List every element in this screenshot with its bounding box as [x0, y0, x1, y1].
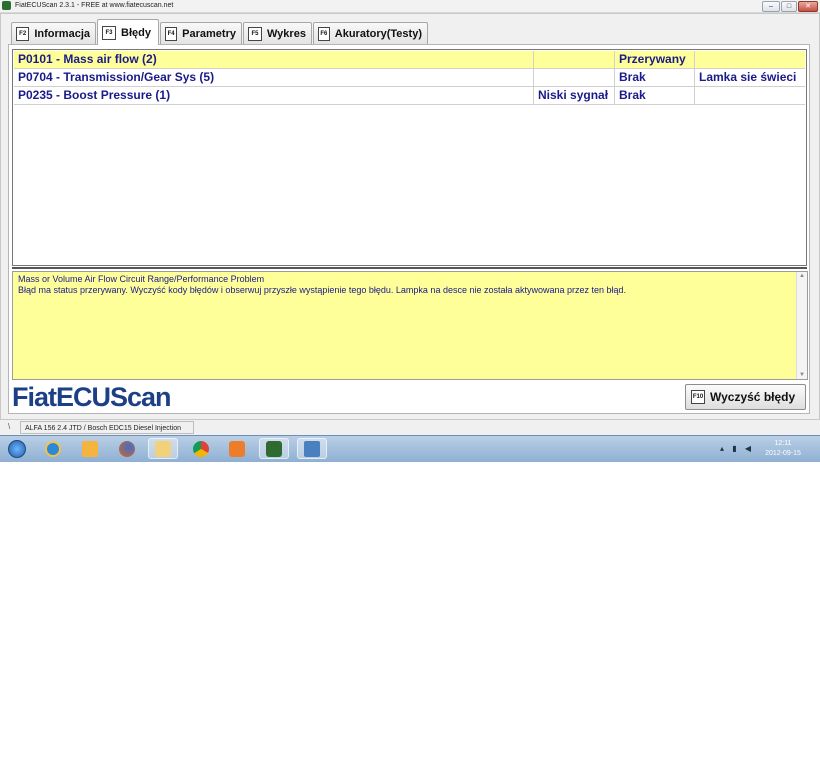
fault-description-box[interactable]: Mass or Volume Air Flow Circuit Range/Pe…	[12, 271, 808, 380]
fault-lamp: Lamka sie świeci	[694, 69, 805, 86]
f6-key-icon: F6	[318, 26, 330, 41]
tab-label: Błędy	[121, 26, 151, 39]
minimize-button[interactable]: –	[762, 1, 780, 12]
tab-label: Wykres	[267, 27, 306, 40]
description-body: Błąd ma status przerywany. Wyczyść kody …	[18, 285, 627, 295]
description-title: Mass or Volume Air Flow Circuit Range/Pe…	[18, 274, 265, 284]
network-icon[interactable]: ▮	[732, 444, 736, 453]
status-indicator: \	[8, 422, 11, 431]
volume-icon[interactable]: ◀	[745, 444, 751, 453]
status-bar: \ ALFA 156 2.4 JTD / Bosch EDC15 Diesel …	[0, 419, 820, 445]
clear-faults-label: Wyczyść błędy	[710, 390, 796, 404]
taskbar-firefox[interactable]	[112, 438, 142, 459]
fault-lamp	[694, 87, 805, 104]
fault-row[interactable]: P0704 - Transmission/Gear Sys (5) Brak L…	[14, 69, 805, 87]
f4-key-icon: F4	[165, 26, 178, 41]
windows-orb-icon	[8, 439, 26, 458]
windows-taskbar: ▴ ▮ ◀ 12:11 2012-09-15	[0, 435, 820, 462]
tab-parametry[interactable]: F4 Parametry	[160, 22, 242, 44]
clear-faults-button[interactable]: F10 Wyczyść błędy	[685, 384, 806, 410]
firefox-icon	[119, 440, 135, 457]
app-icon	[2, 1, 11, 10]
fault-row[interactable]: P0235 - Boost Pressure (1) Niski sygnał …	[14, 87, 805, 105]
tab-label: Informacja	[34, 27, 90, 40]
fault-status: Brak	[614, 69, 694, 86]
scroll-up-icon[interactable]: ▲	[797, 273, 807, 279]
system-tray[interactable]: ▴ ▮ ◀	[720, 444, 751, 453]
media-player-icon	[229, 440, 245, 457]
scroll-down-icon[interactable]: ▼	[797, 372, 807, 378]
fault-code: P0704 - Transmission/Gear Sys (5)	[18, 70, 215, 84]
fiatecuscan-logo: FiatECUScan	[12, 382, 172, 412]
tab-label: Akuratory(Testy)	[334, 27, 422, 40]
fault-lamp	[694, 51, 805, 68]
fault-row[interactable]: P0101 - Mass air flow (2) Przerywany	[14, 51, 805, 69]
fiatecuscan-icon	[266, 440, 282, 457]
f10-key-icon: F10	[691, 390, 705, 404]
taskbar-outlook[interactable]	[75, 438, 105, 459]
clock-time: 12:11	[774, 440, 792, 447]
taskbar-chrome[interactable]	[186, 438, 216, 459]
taskbar-file-explorer[interactable]	[148, 438, 178, 459]
f2-key-icon: F2	[16, 26, 30, 41]
show-hidden-icons-icon[interactable]: ▴	[720, 444, 724, 453]
f5-key-icon: F5	[248, 26, 262, 41]
close-button[interactable]: ✕	[798, 1, 818, 12]
fault-table[interactable]: P0101 - Mass air flow (2) Przerywany P07…	[12, 49, 807, 266]
fault-description: Mass or Volume Air Flow Circuit Range/Pe…	[18, 274, 788, 296]
f3-key-icon: F3	[102, 25, 116, 40]
taskbar-clock[interactable]: 12:11 2012-09-15	[760, 439, 806, 459]
fault-code: P0101 - Mass air flow (2)	[18, 52, 157, 66]
tab-bledy[interactable]: F3 Błędy	[97, 19, 159, 45]
fault-type	[533, 69, 614, 86]
internet-explorer-icon	[45, 440, 61, 457]
remote-desktop-icon	[304, 440, 320, 457]
title-bar: FiatECUScan 2.3.1 - FREE at www.fiatecus…	[0, 0, 820, 13]
tab-label: Parametry	[182, 27, 236, 40]
clock-date: 2012-09-15	[765, 450, 801, 457]
fault-status: Przerywany	[614, 51, 694, 68]
fault-status: Brak	[614, 87, 694, 104]
folder-icon	[155, 440, 171, 457]
fault-type	[533, 51, 614, 68]
connection-status: ALFA 156 2.4 JTD / Bosch EDC15 Diesel In…	[20, 421, 194, 445]
description-scrollbar[interactable]: ▲ ▼	[796, 272, 807, 379]
outlook-icon	[82, 440, 98, 457]
taskbar-media-player[interactable]	[222, 438, 252, 459]
tab-wykres[interactable]: F5 Wykres	[243, 22, 312, 44]
taskbar-remote-desktop[interactable]	[297, 438, 327, 459]
fault-type: Niski sygnał	[533, 87, 614, 104]
window-title: FiatECUScan 2.3.1 - FREE at www.fiatecus…	[15, 2, 174, 9]
fault-code: P0235 - Boost Pressure (1)	[18, 88, 171, 102]
taskbar-fiatecuscan[interactable]	[259, 438, 289, 459]
tab-informacja[interactable]: F2 Informacja	[11, 22, 96, 44]
start-button[interactable]	[2, 438, 32, 459]
maximize-button[interactable]: □	[781, 1, 797, 12]
taskbar-internet-explorer[interactable]	[38, 438, 68, 459]
tab-akuratory[interactable]: F6 Akuratory(Testy)	[313, 22, 428, 44]
splitter[interactable]	[12, 267, 807, 269]
chrome-icon	[193, 440, 209, 457]
